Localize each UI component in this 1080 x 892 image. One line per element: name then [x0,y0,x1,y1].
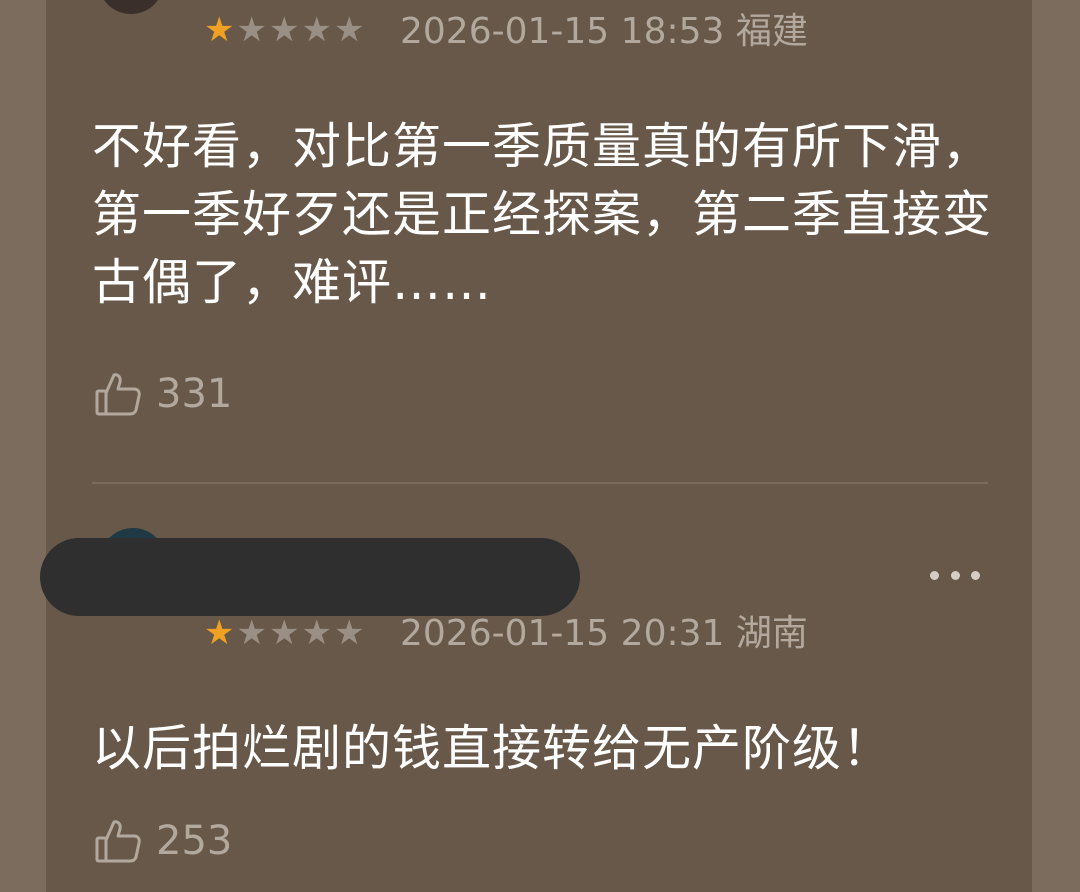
star-empty-icon: ★ [236,10,267,50]
star-empty-icon: ★ [333,613,365,653]
star-empty-icon: ★ [268,613,300,653]
like-count: 253 [156,818,233,864]
review-meta: 2026-01-15 20:31 湖南 [400,614,808,654]
like-button[interactable]: 253 [94,817,232,865]
more-options-button[interactable] [930,560,980,590]
star-empty-icon: ★ [301,613,332,653]
review-text: 不好看，对比第一季质量真的有所下滑，第一季好歹还是正经探案，第二季直接变古偶了，… [92,118,993,311]
divider [92,482,988,484]
review-timestamp: 2026-01-15 20:31 [400,613,725,654]
like-count: 331 [156,371,233,417]
star-empty-icon: ★ [268,10,300,50]
thumbs-up-icon [95,373,141,416]
redacted-username [40,538,580,616]
review-text: 以后拍烂剧的钱直接转给无产阶级！ [92,720,893,777]
rating-stars: ★ ★ ★ ★ ★ [204,616,364,650]
star-filled-icon: ★ [204,10,235,50]
review-location: 湖南 [735,613,808,654]
review-meta: 2026-01-15 18:53 福建 [400,12,808,52]
star-empty-icon: ★ [333,10,365,50]
review-location: 福建 [735,11,808,52]
like-button[interactable]: 331 [94,370,232,418]
rating-stars: ★ ★ ★ ★ ★ [204,13,364,47]
review-timestamp: 2026-01-15 18:53 [400,11,725,52]
thumbs-up-icon [95,820,141,863]
star-empty-icon: ★ [236,613,267,653]
star-filled-icon: ★ [204,613,235,653]
more-options-icon [930,570,939,580]
star-empty-icon: ★ [301,10,332,50]
